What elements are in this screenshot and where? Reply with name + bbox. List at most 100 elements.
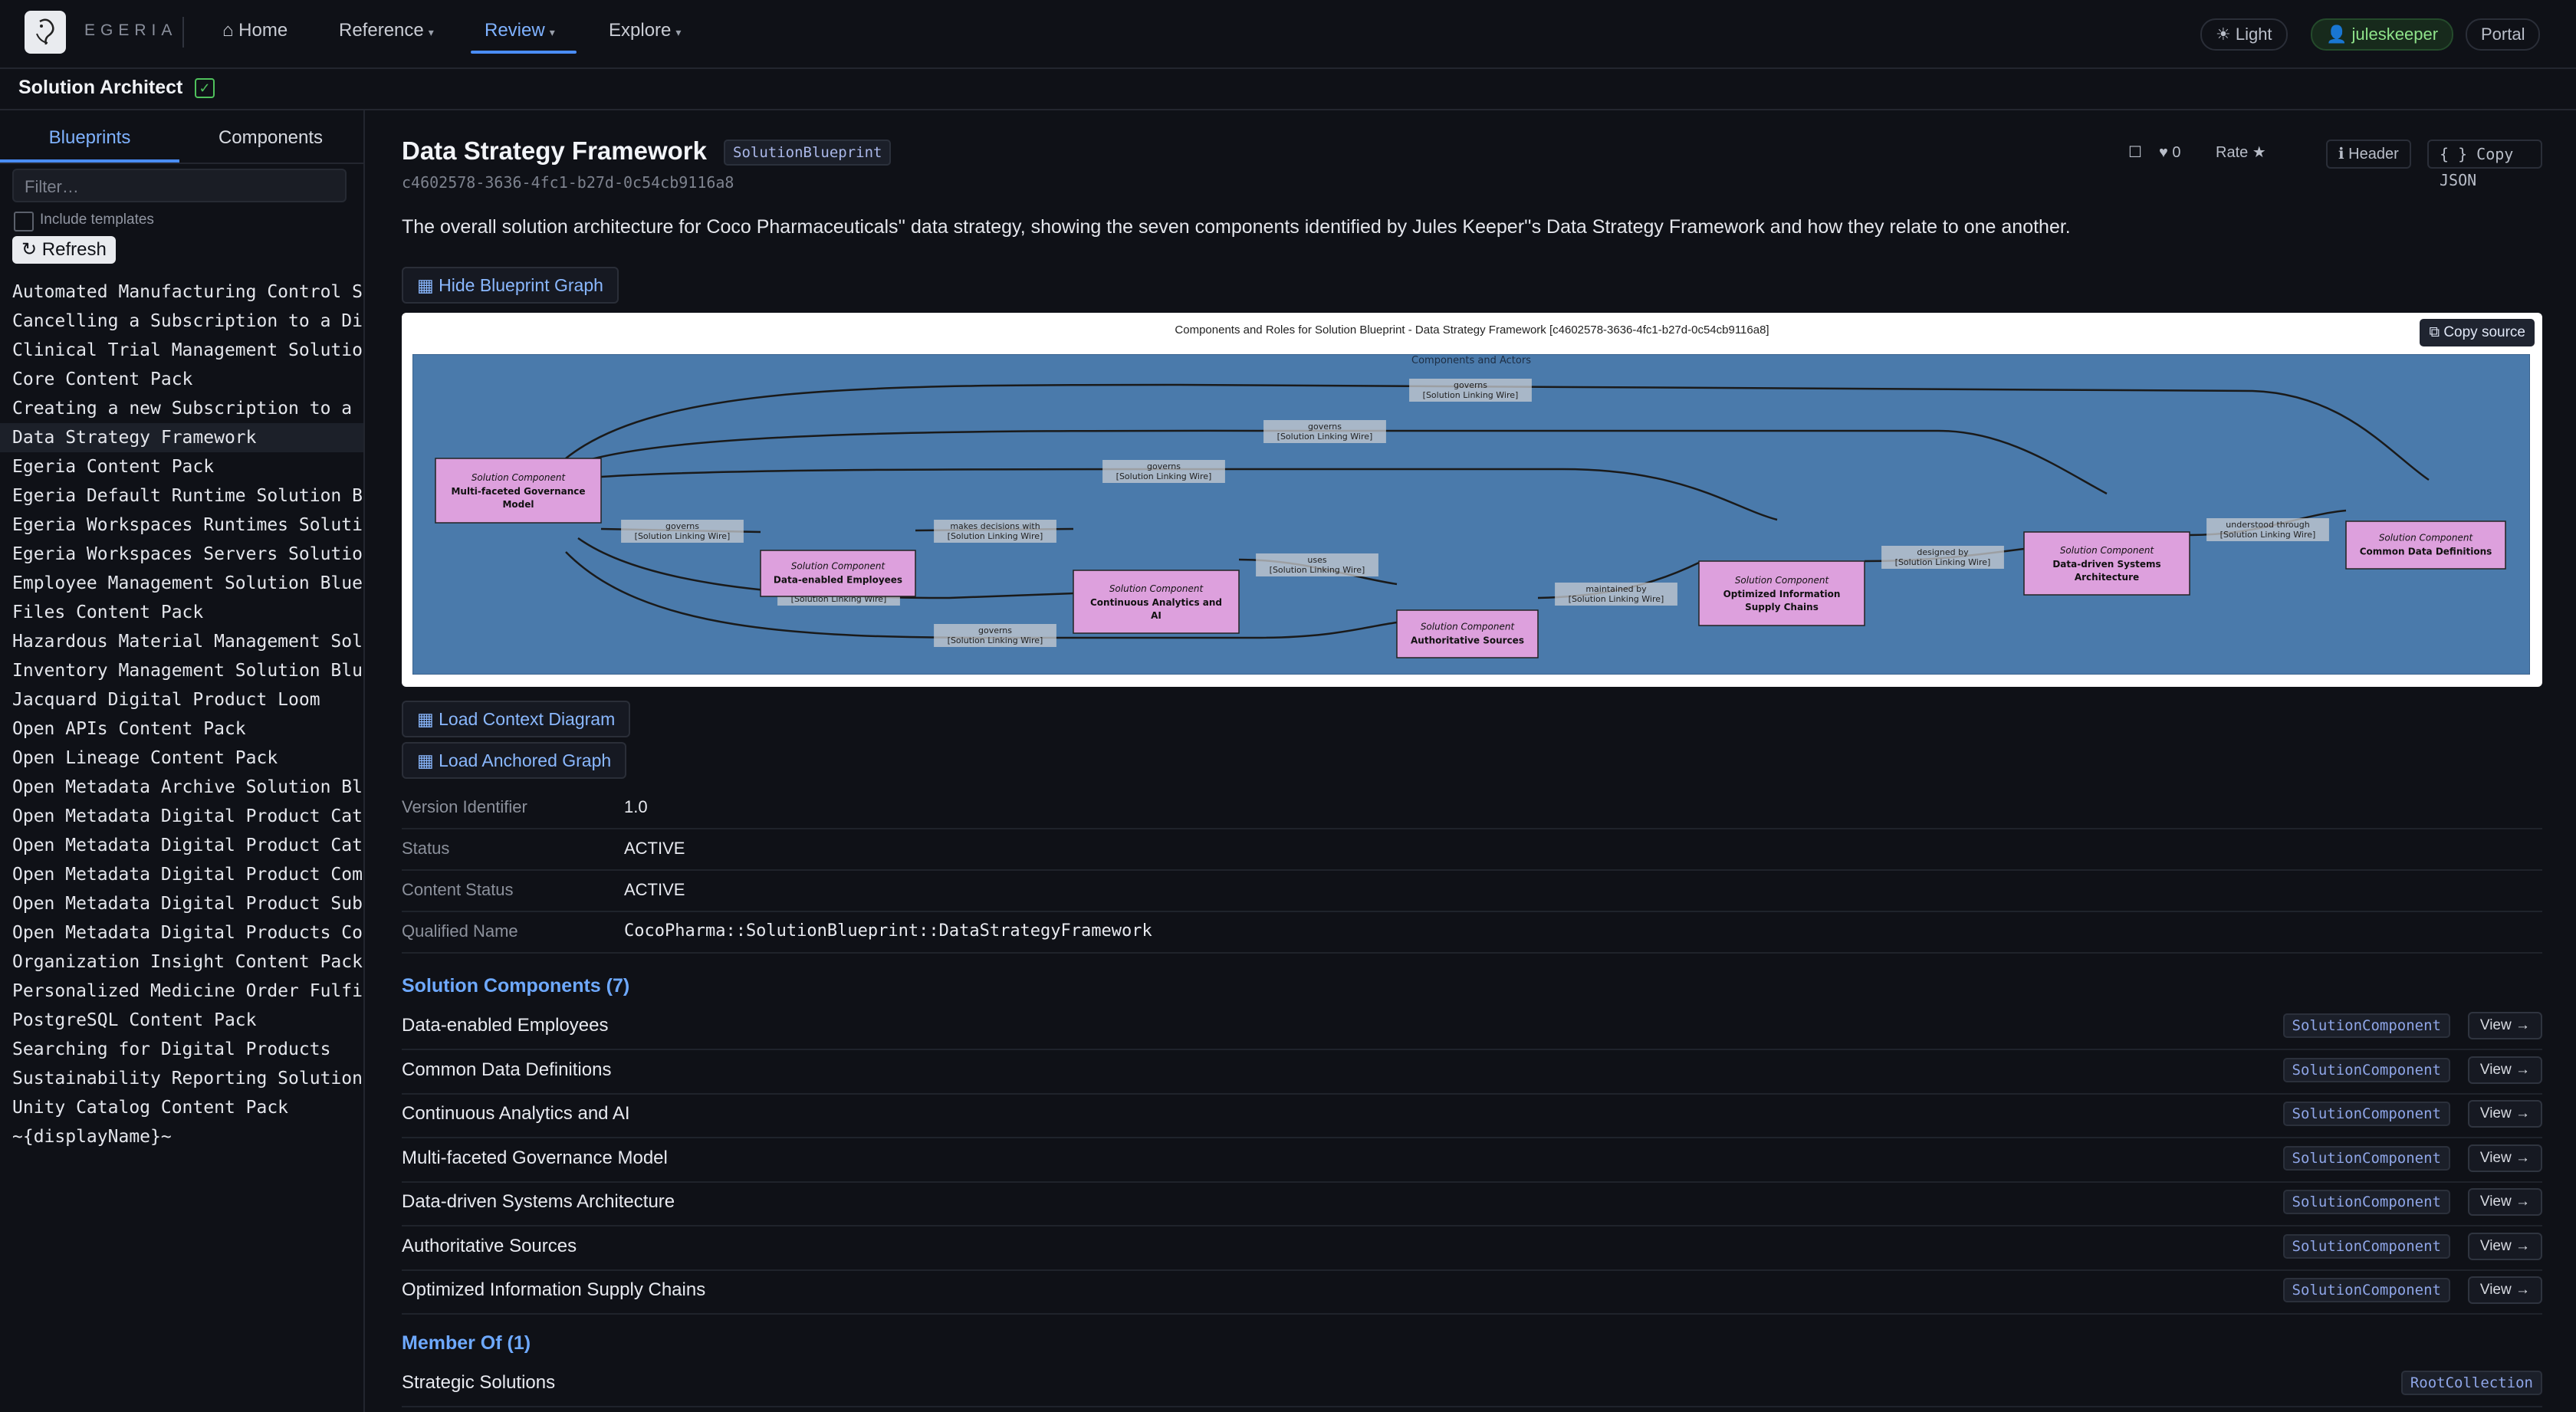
page-title: Solution Architect [18, 77, 183, 98]
bookmark-icon[interactable]: ☐ [2128, 140, 2142, 166]
blueprint-list-item[interactable]: Data Strategy Framework [0, 423, 363, 452]
blueprint-list-item[interactable]: Egeria Workspaces Runtimes Solution [0, 511, 363, 540]
blueprint-list-item[interactable]: Files Content Pack [0, 598, 363, 627]
component-type-badge: SolutionComponent [2282, 1145, 2450, 1171]
graph-edge-label: [Solution Linking Wire] [1277, 432, 1373, 442]
component-name: Common Data Definitions [402, 1059, 612, 1080]
graph-node-kind: Solution Component [2379, 533, 2474, 543]
graph-canvas: Components and Actorsgoverns[Solution Li… [412, 354, 2530, 675]
include-templates-checkbox[interactable] [14, 212, 34, 232]
blueprint-list-item[interactable]: Creating a new Subscription to a Di [0, 394, 363, 423]
graph-title: Components and Roles for Solution Bluepr… [1175, 323, 1769, 337]
view-component-button[interactable]: View → [2467, 1232, 2542, 1260]
view-component-button[interactable]: View → [2467, 1012, 2542, 1039]
blueprint-list-item[interactable]: Sustainability Reporting Solution E [0, 1064, 363, 1093]
component-row: Common Data Definitions SolutionComponent… [402, 1050, 2542, 1095]
blueprint-list-item[interactable]: Open Metadata Digital Product Commu [0, 860, 363, 889]
nav-review-label: Review [485, 20, 545, 41]
graph-node [2345, 520, 2506, 570]
member-of-section-title[interactable]: Member Of (1) [402, 1332, 531, 1355]
member-of-row: Strategic Solutions RootCollection [402, 1363, 2542, 1407]
component-name: Multi-faceted Governance Model [402, 1147, 668, 1168]
blueprint-list-item[interactable]: Open Lineage Content Pack [0, 744, 363, 773]
sidebar: Blueprints Components Filter… Include te… [0, 109, 365, 1412]
view-component-button[interactable]: View → [2467, 1188, 2542, 1216]
graph-edge-label: uses [1307, 555, 1326, 565]
nav-reference[interactable]: Reference ▾ [339, 20, 434, 41]
component-name: Continuous Analytics and AI [402, 1103, 630, 1124]
theme-toggle-button[interactable]: ☀ Light [2200, 18, 2288, 51]
component-row: Multi-faceted Governance Model SolutionCo… [402, 1138, 2542, 1183]
view-component-button[interactable]: View → [2467, 1144, 2542, 1172]
graph-node-kind: Solution Component [1109, 583, 1204, 594]
user-menu-button[interactable]: 👤 juleskeeper [2311, 18, 2454, 51]
blueprint-list-item[interactable]: ~{displayName}~ [0, 1122, 363, 1151]
components-section-title[interactable]: Solution Components (7) [402, 975, 629, 997]
blueprint-list-item[interactable]: Open Metadata Digital Product Catal [0, 802, 363, 831]
blueprint-list-item[interactable]: Open Metadata Digital Product Catal [0, 831, 363, 860]
blueprint-list-item[interactable]: Core Content Pack [0, 365, 363, 394]
view-component-button[interactable]: View → [2467, 1100, 2542, 1128]
graph-node-label: Authoritative Sources [1411, 635, 1524, 646]
component-name: Data-driven Systems Architecture [402, 1191, 675, 1212]
nav-review[interactable]: Review ▾ [485, 20, 555, 41]
blueprint-list-item[interactable]: Egeria Default Runtime Solution Blu [0, 481, 363, 511]
blueprint-list-item[interactable]: PostgreSQL Content Pack [0, 1006, 363, 1035]
filter-input[interactable]: Filter… [12, 169, 347, 202]
property-value: 1.0 [624, 797, 648, 816]
blueprint-list-item[interactable]: Searching for Digital Products [0, 1035, 363, 1064]
blueprint-list-item[interactable]: Hazardous Material Management Solut [0, 627, 363, 656]
nav-home[interactable]: ⌂ Home [222, 20, 288, 41]
check-icon[interactable]: ✓ [195, 78, 215, 98]
tab-blueprints[interactable]: Blueprints [0, 117, 179, 163]
graph-edge-label: governs [1308, 422, 1342, 432]
view-component-button[interactable]: View → [2467, 1056, 2542, 1084]
tab-components[interactable]: Components [181, 117, 360, 159]
blueprint-list-item[interactable]: Unity Catalog Content Pack [0, 1093, 363, 1122]
blueprint-list-item[interactable]: Clinical Trial Management Solution [0, 336, 363, 365]
view-component-button[interactable]: View → [2467, 1276, 2542, 1304]
graph-node-label: Data-enabled Employees [774, 575, 902, 586]
graph-node-kind: Solution Component [472, 472, 567, 483]
header-button[interactable]: ℹ Header [2326, 140, 2411, 169]
refresh-button[interactable]: ↻ Refresh [12, 236, 116, 264]
nav-explore[interactable]: Explore ▾ [609, 20, 681, 41]
component-type-badge: SolutionComponent [2282, 1057, 2450, 1082]
type-badge: SolutionBlueprint [724, 140, 892, 166]
component-type-badge: SolutionComponent [2282, 1190, 2450, 1214]
graph-edge-label: [Solution Linking Wire] [1270, 565, 1365, 575]
blueprint-list-item[interactable]: Employee Management Solution Bluepr [0, 569, 363, 598]
graph-edge-label: understood through [2226, 520, 2309, 530]
blueprint-list-item[interactable]: Automated Manufacturing Control Sol [0, 277, 363, 307]
hide-graph-button[interactable]: ▦ Hide Blueprint Graph [402, 267, 619, 304]
blueprint-list-item[interactable]: Egeria Workspaces Servers Solution [0, 540, 363, 569]
graph-edge-label: maintained by [1585, 584, 1647, 594]
blueprint-list-item[interactable]: Inventory Management Solution Bluep [0, 656, 363, 685]
property-row: Status ACTIVE [402, 829, 2542, 871]
chevron-down-icon: ▾ [675, 26, 682, 38]
egeria-logo-icon[interactable] [25, 11, 66, 54]
load-context-diagram-button[interactable]: ▦ Load Context Diagram [402, 701, 631, 737]
load-anchored-graph-button[interactable]: ▦ Load Anchored Graph [402, 742, 627, 779]
graph-node-label: Supply Chains [1745, 602, 1819, 612]
like-button[interactable]: ♥ 0 [2159, 140, 2181, 166]
chevron-down-icon: ▾ [428, 26, 434, 38]
blueprint-list-item[interactable]: Organization Insight Content Pack [0, 947, 363, 977]
graph-edge-label: designed by [1917, 547, 1969, 557]
blueprint-list-item[interactable]: Personalized Medicine Order Fulfill [0, 977, 363, 1006]
blueprint-list-item[interactable]: Egeria Content Pack [0, 452, 363, 481]
blueprint-list-item[interactable]: Jacquard Digital Product Loom [0, 685, 363, 714]
blueprint-list-item[interactable]: Open APIs Content Pack [0, 714, 363, 744]
graph-node-kind: Solution Component [791, 561, 886, 572]
rate-button[interactable]: Rate ★ [2216, 140, 2266, 166]
blueprint-list-item[interactable]: Open Metadata Archive Solution Blue [0, 773, 363, 802]
graph-node [1396, 609, 1539, 658]
blueprint-list-item[interactable]: Open Metadata Digital Products Cont [0, 918, 363, 947]
portal-button[interactable]: Portal [2466, 18, 2541, 51]
collection-name: Strategic Solutions [402, 1372, 556, 1393]
copy-json-button[interactable]: { } Copy JSON [2427, 140, 2542, 189]
property-value: CocoPharma::SolutionBlueprint::DataStrat… [624, 921, 1152, 941]
blueprint-list-item[interactable]: Open Metadata Digital Product Subsc [0, 889, 363, 918]
blueprint-list-item[interactable]: Cancelling a Subscription to a Digi [0, 307, 363, 336]
copy-source-button[interactable]: ⧉ Copy source [2420, 319, 2535, 346]
